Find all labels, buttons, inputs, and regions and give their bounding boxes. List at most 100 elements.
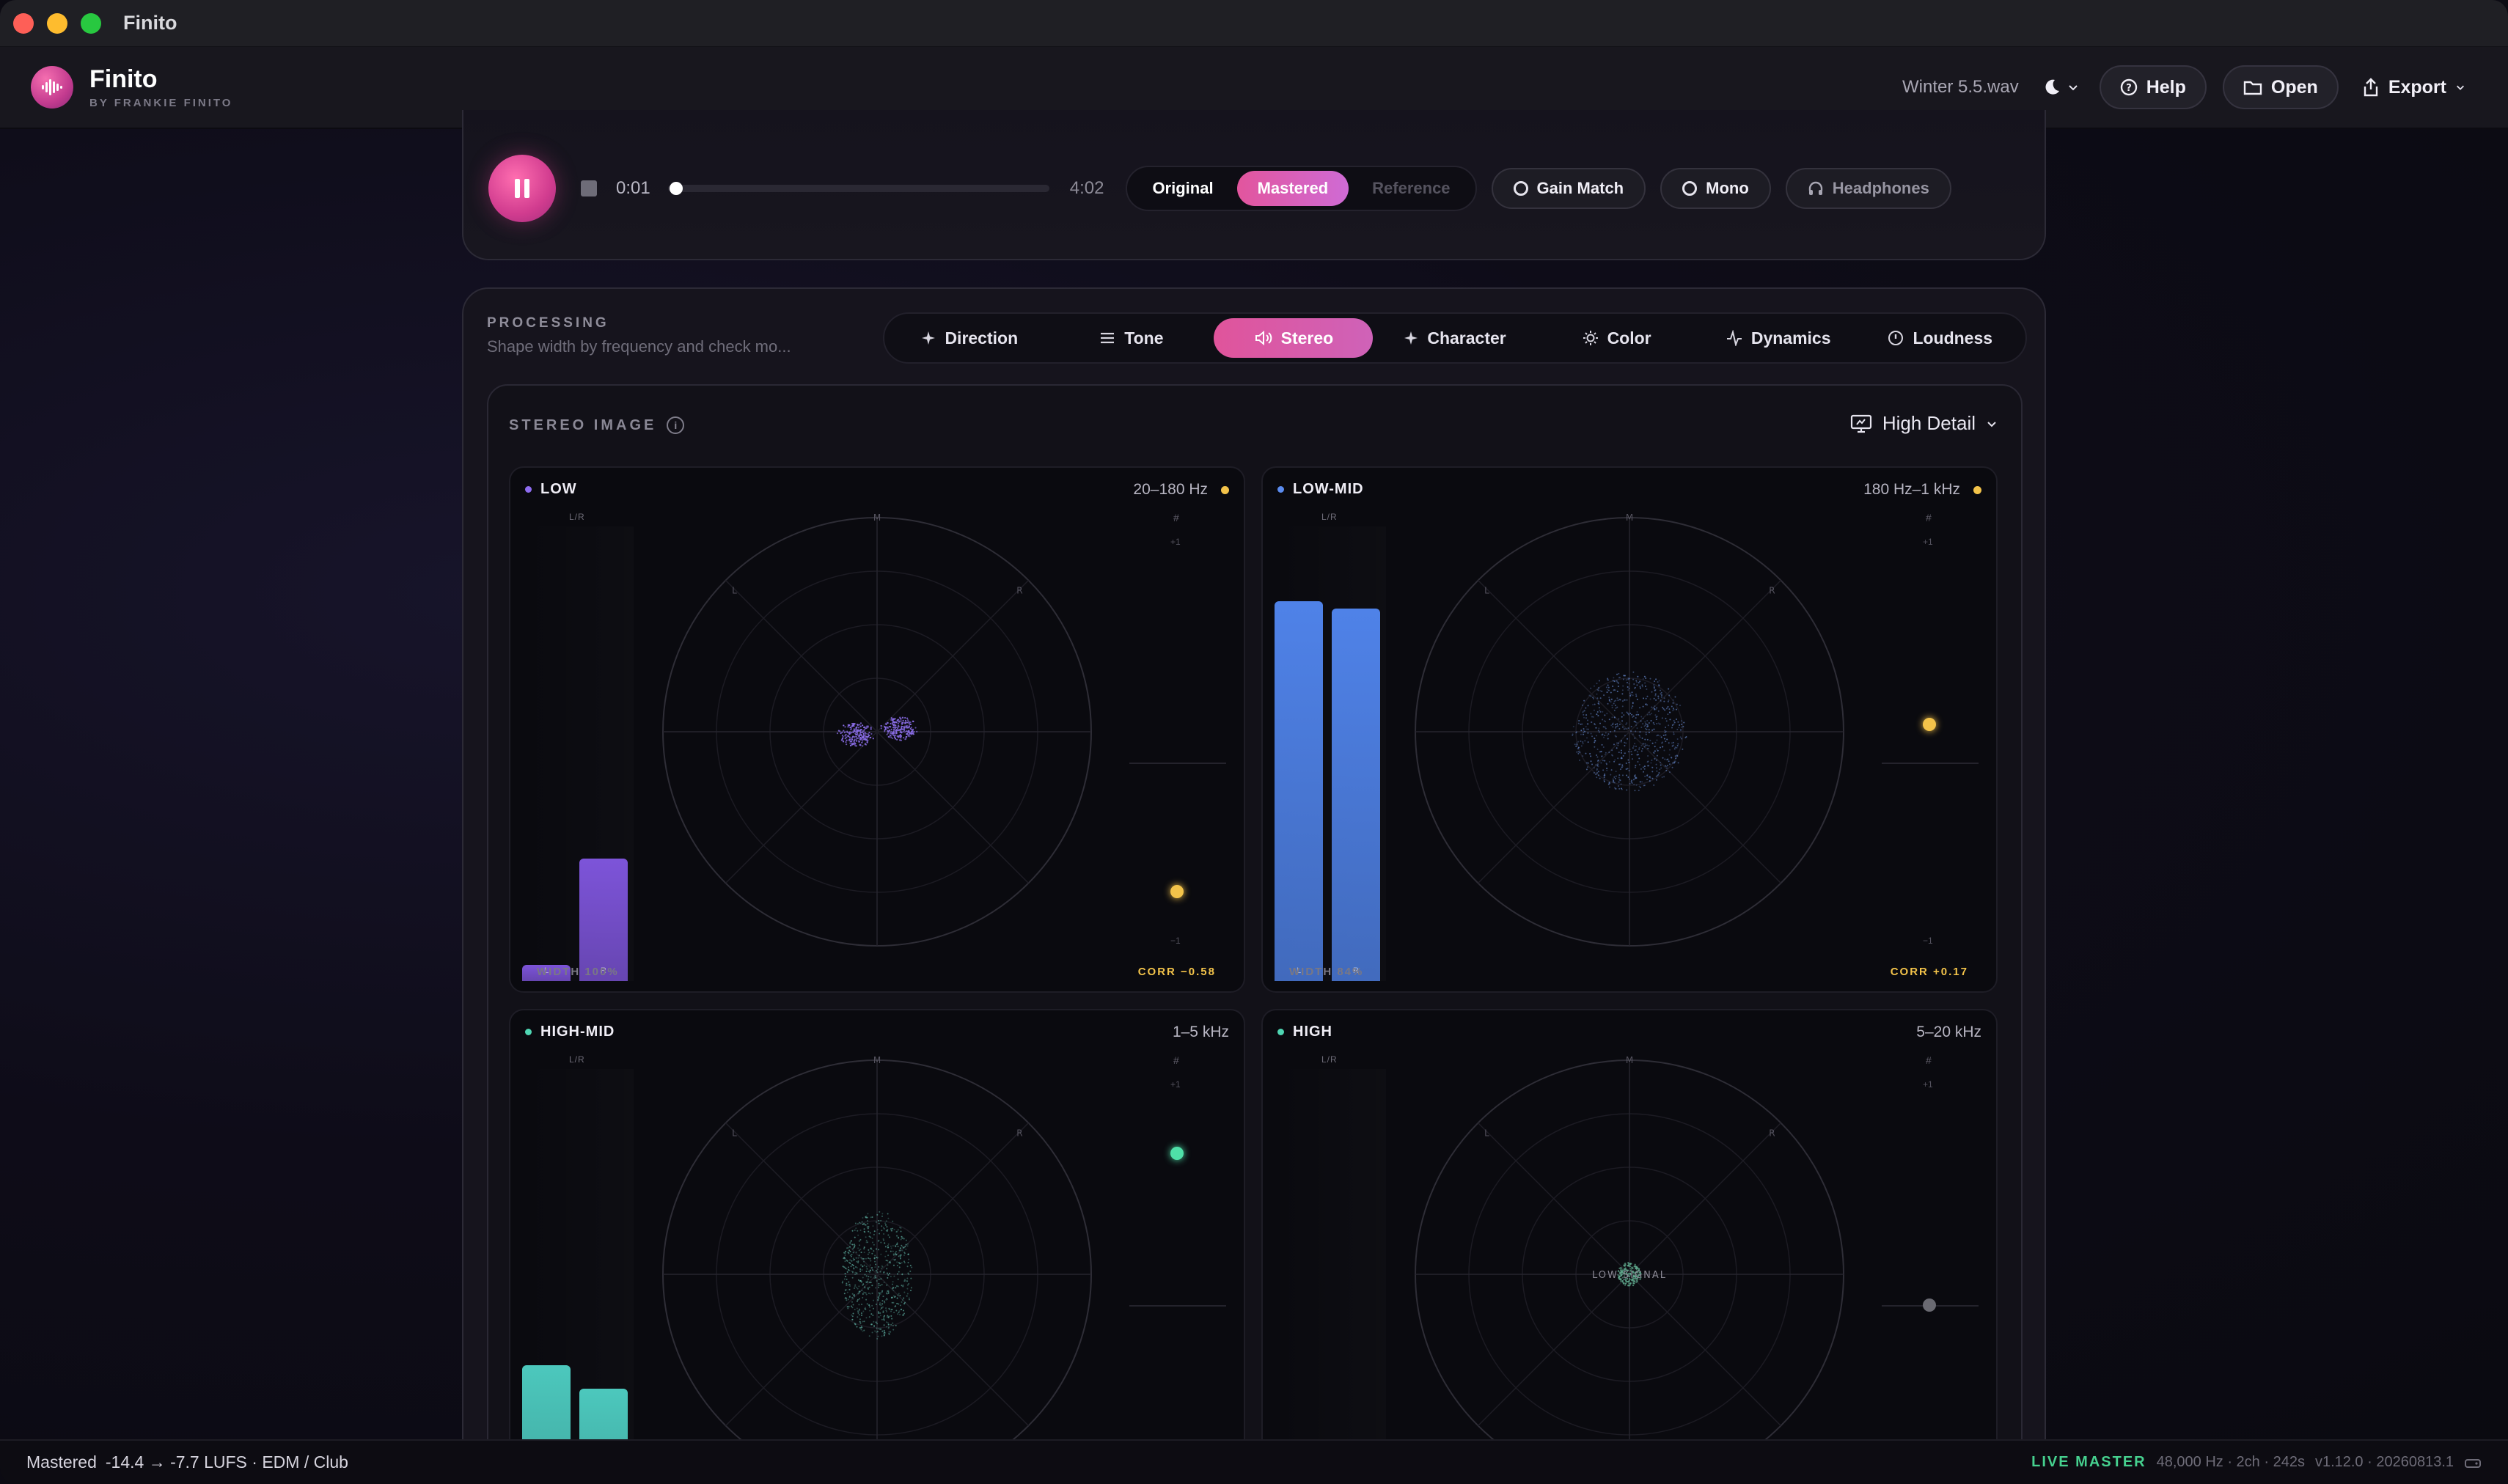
moon-icon — [2045, 79, 2059, 95]
source-mastered[interactable]: Mastered — [1236, 170, 1349, 206]
correlation-meter: # +1 −1 — [1123, 512, 1232, 966]
band-panel-low: LOW 20–180 Hz L/R L R WIDTH 100% M L R # +1 −1 CORR … — [509, 466, 1245, 993]
live-master-badge: LIVE MASTER — [2031, 1454, 2146, 1470]
share-icon — [2364, 78, 2378, 97]
lr-meter: LR — [522, 526, 634, 981]
processing-panel: PROCESSING Shape width by frequency and … — [462, 287, 2046, 1484]
total-time: 4:02 — [1069, 177, 1104, 198]
correlation-meter: #+1−1 — [1876, 1054, 1984, 1484]
status-loudness: -14.4 → -7.7 LUFS · EDM / Club — [105, 1452, 348, 1472]
pulse-icon — [1726, 330, 1742, 346]
correlation-indicator — [1170, 1147, 1184, 1161]
correlation-max-label: +1 — [1170, 537, 1181, 547]
band-name-label: HIGH — [1293, 1024, 1332, 1040]
scope-axis-label-r: R — [1016, 586, 1022, 596]
tab-character[interactable]: Character — [1376, 318, 1535, 358]
correlation-min-label: −1 — [1923, 936, 1933, 946]
detail-mode-dropdown[interactable]: High Detail — [1850, 412, 1998, 435]
source-reference[interactable]: Reference — [1352, 171, 1470, 206]
band-panel-high: HIGH5–20 kHzL/RMLRLOW SIGNAL#+1−1 — [1261, 1009, 1998, 1484]
toggle-circle-icon — [1682, 180, 1698, 196]
correlation-axis-label: # — [1173, 512, 1179, 524]
app-subtitle: BY FRANKIE FINITO — [89, 97, 233, 109]
tab-color[interactable]: Color — [1537, 318, 1696, 358]
window-title: Finito — [123, 12, 177, 34]
correlation-indicator — [1923, 1298, 1936, 1312]
sun-icon — [1583, 331, 1598, 345]
tab-label: Dynamics — [1750, 328, 1831, 348]
band-panel-low-mid: LOW-MID 180 Hz–1 kHz L/R L R WIDTH 84% M L R # +1−… — [1261, 466, 1998, 993]
info-icon[interactable]: i — [667, 416, 685, 434]
open-button[interactable]: Open — [2222, 65, 2339, 109]
scope-axis-label-r: R — [1769, 586, 1775, 596]
scope-axis-label-m: M — [1626, 513, 1633, 523]
help-button[interactable]: ? Help — [2099, 65, 2207, 109]
lr-meter: LR — [522, 1069, 634, 1484]
vectorscope: M L R — [1415, 513, 1844, 947]
gain-match-label: Gain Match — [1536, 178, 1624, 197]
source-original[interactable]: Original — [1132, 171, 1233, 206]
correlation-min-label: −1 — [1170, 936, 1181, 946]
band-name: HIGH — [1277, 1024, 1332, 1040]
tab-stereo[interactable]: Stereo — [1214, 318, 1373, 358]
pause-button[interactable] — [488, 154, 556, 222]
waveform-icon — [42, 79, 62, 95]
band-name: LOW-MID — [1277, 481, 1364, 498]
band-color-dot — [525, 486, 532, 493]
stereo-image-card: STEREO IMAGE i High Detail LOW 20–180 Hz L… — [487, 384, 2023, 1484]
correlation-meter: #+1−1 — [1876, 512, 1984, 966]
monitor-icon — [1850, 414, 1871, 433]
band-range-label: 5–20 kHz — [1916, 1024, 1981, 1040]
correlation-zero-line — [1129, 1305, 1226, 1307]
processing-label: PROCESSING — [487, 315, 609, 331]
stereo-title-label: STEREO IMAGE — [509, 416, 657, 433]
playback-progress[interactable] — [667, 181, 1049, 195]
app-logo — [31, 66, 73, 109]
tab-label: Stereo — [1280, 328, 1334, 348]
correlation-readout: CORR +0.17 — [1890, 966, 1968, 978]
tab-dynamics[interactable]: Dynamics — [1699, 318, 1858, 358]
mono-label: Mono — [1706, 178, 1749, 197]
minimize-window-button[interactable] — [47, 12, 67, 34]
vectorscope: M L R — [662, 1055, 1092, 1484]
band-name-label: LOW — [540, 481, 577, 497]
theme-toggle[interactable] — [2042, 78, 2079, 97]
right-meter-bar — [579, 858, 628, 981]
gain-match-toggle[interactable]: Gain Match — [1491, 167, 1646, 209]
tab-label: Direction — [945, 328, 1019, 348]
tab-label: Loudness — [1913, 328, 1993, 348]
toggle-circle-icon — [1513, 180, 1528, 196]
close-window-button[interactable] — [13, 12, 34, 34]
export-button[interactable]: Export — [2355, 65, 2473, 109]
chevron-down-icon — [2457, 85, 2464, 90]
width-readout: WIDTH 100% — [537, 966, 619, 978]
mono-toggle[interactable]: Mono — [1660, 167, 1771, 209]
zoom-window-button[interactable] — [81, 12, 101, 34]
band-range: 20–180 Hz — [1133, 481, 1229, 499]
tab-tone[interactable]: Tone — [1052, 318, 1211, 358]
export-label: Export — [2388, 76, 2446, 98]
version-info: v1.12.0 · 20260813.1 — [2314, 1454, 2454, 1470]
speaker-icon — [1255, 330, 1272, 346]
app-window: Finito Finito BY FRANKIE FINITO Winter 5… — [0, 0, 2508, 1484]
band-name: LOW — [525, 481, 577, 498]
sparkle-icon — [1404, 331, 1418, 345]
scope-axis-label-l: L — [1484, 586, 1489, 596]
band-status-dot — [1221, 485, 1229, 494]
detail-mode-label: High Detail — [1882, 412, 1976, 434]
source-selector: Original Mastered Reference — [1126, 165, 1477, 211]
stop-button[interactable] — [581, 180, 597, 196]
status-summary: Mastered -14.4 → -7.7 LUFS · EDM / Club — [26, 1452, 348, 1472]
help-label: Help — [2146, 76, 2186, 98]
band-name: HIGH-MID — [525, 1024, 615, 1040]
tab-loudness[interactable]: Loudness — [1860, 318, 2020, 358]
band-range-label: 1–5 kHz — [1172, 1024, 1229, 1040]
chevron-down-icon — [1987, 421, 1996, 427]
progress-handle[interactable] — [669, 181, 683, 195]
band-range-label: 180 Hz–1 kHz — [1863, 481, 1960, 498]
status-mode: Mastered — [26, 1452, 97, 1472]
lr-meter-label: L/R — [1321, 1054, 1338, 1065]
tab-direction[interactable]: Direction — [890, 318, 1049, 358]
correlation-max-label: +1 — [1923, 537, 1933, 547]
headphones-toggle[interactable]: Headphones — [1785, 167, 1951, 209]
